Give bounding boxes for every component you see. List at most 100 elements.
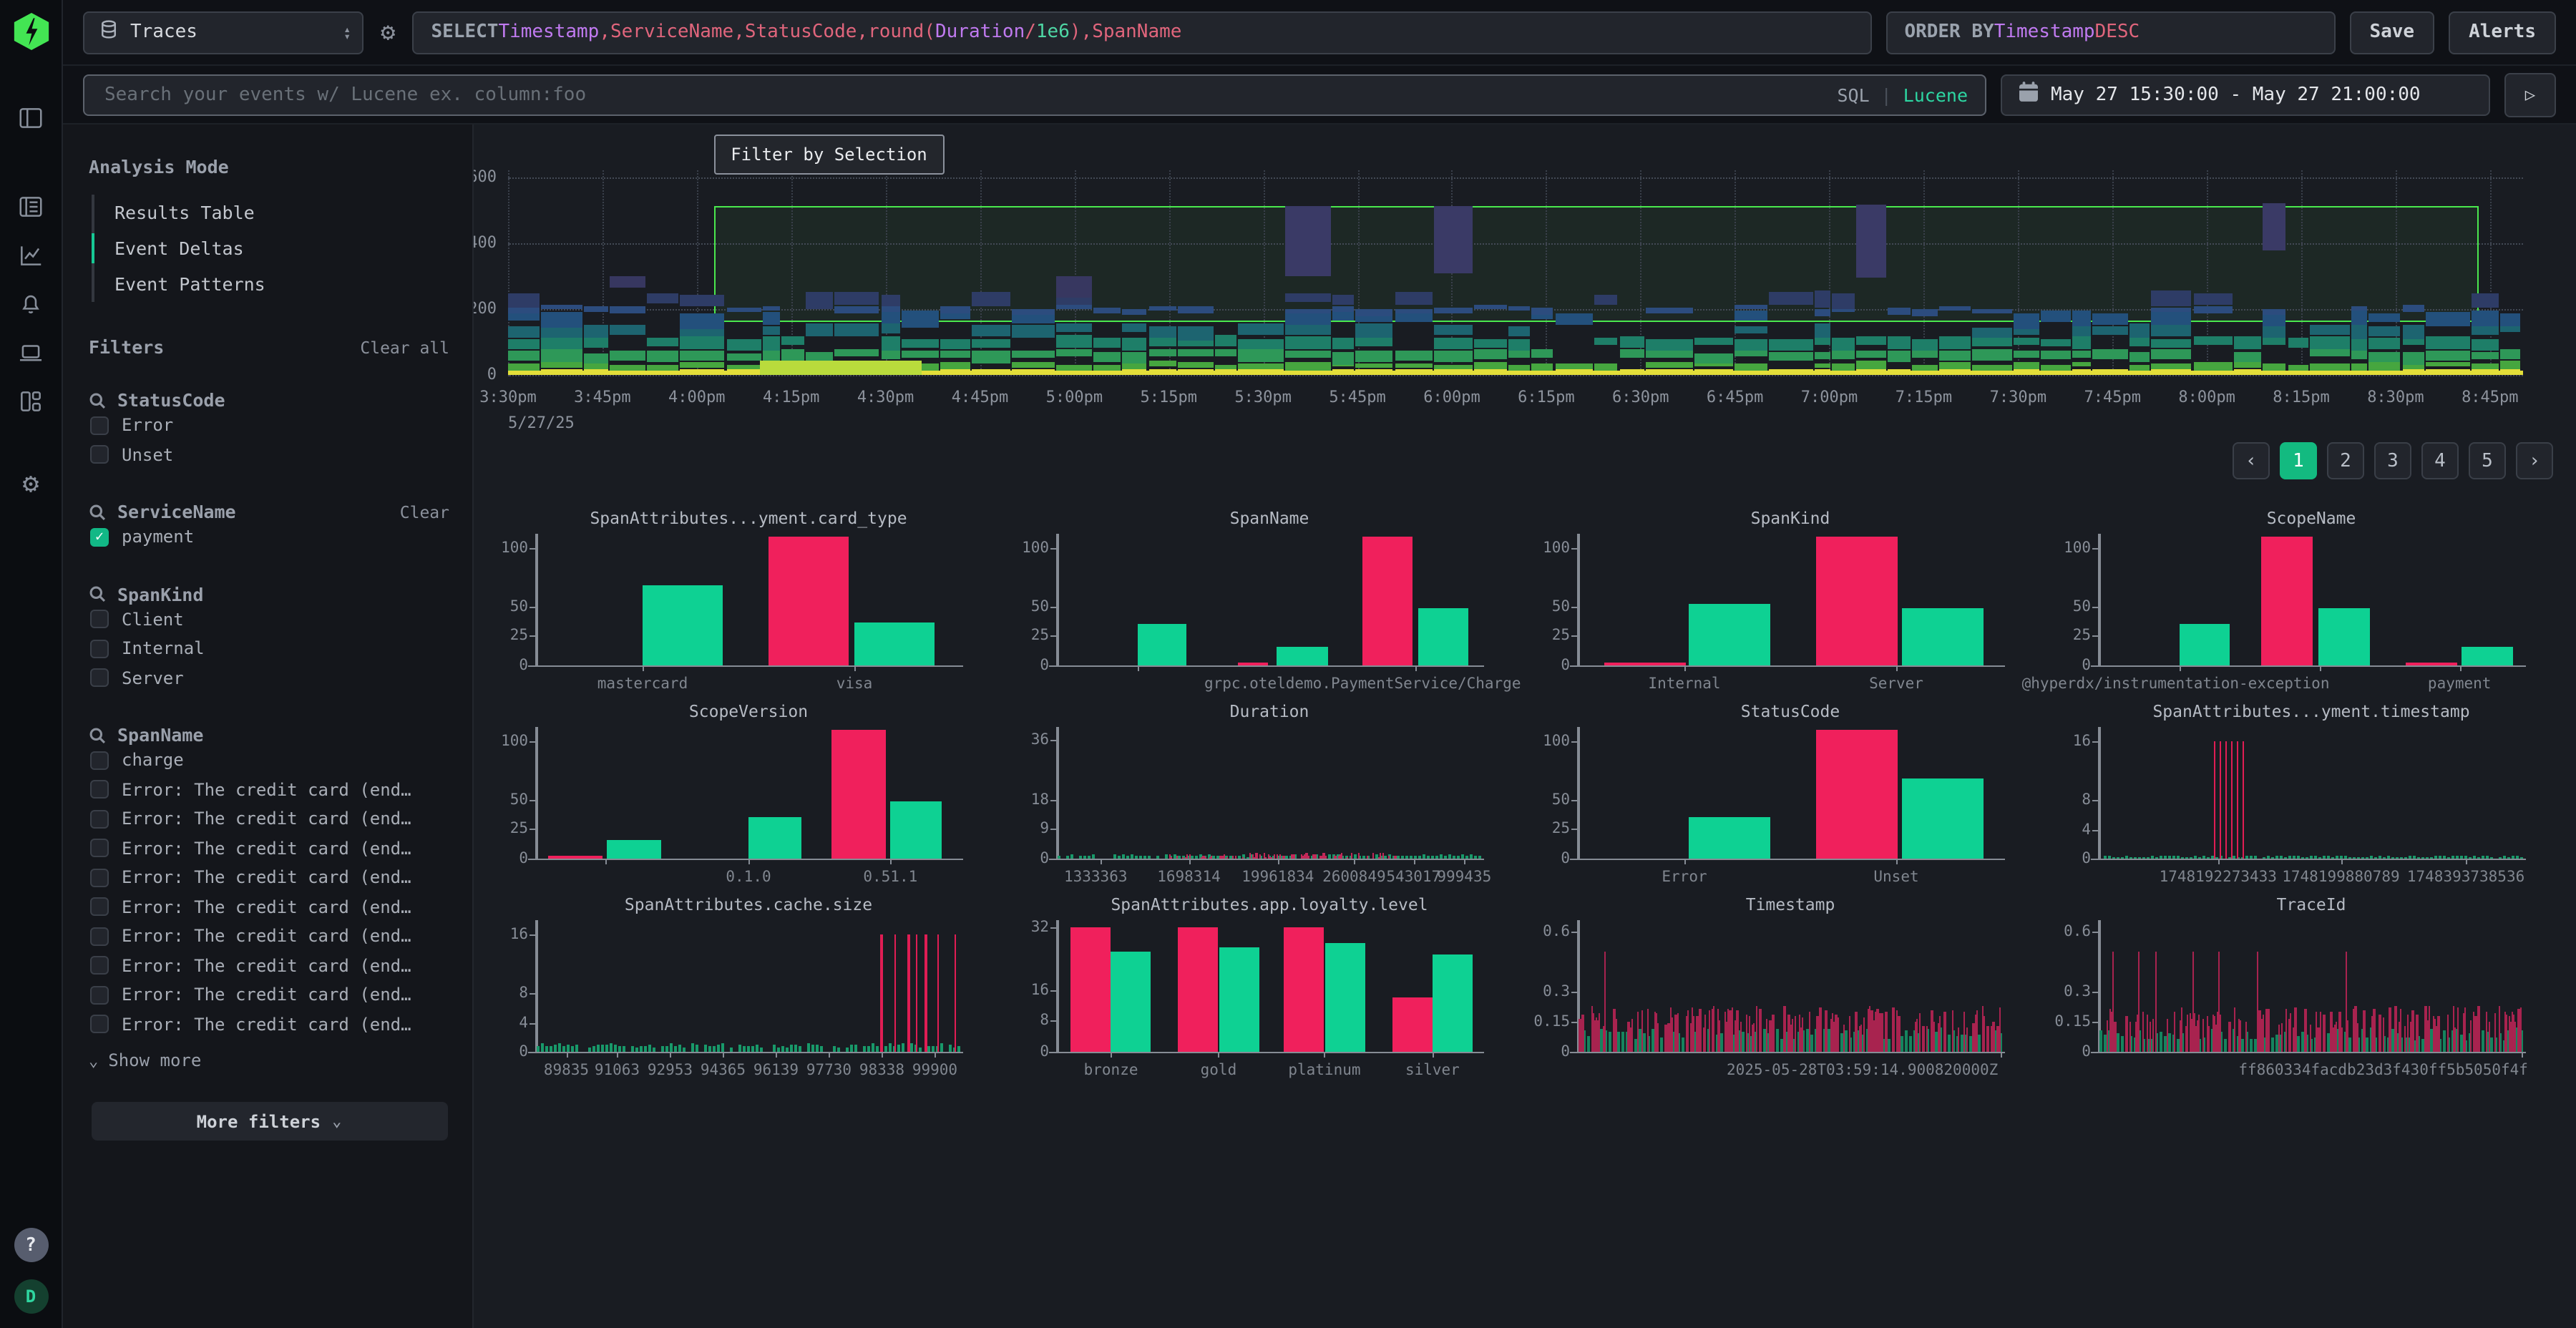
alerts-button[interactable]: Alerts bbox=[2449, 11, 2556, 54]
checkbox[interactable] bbox=[90, 898, 109, 917]
mini-chart[interactable]: Timestamp00.150.30.62025-05-28T03:59:14.… bbox=[1521, 894, 2042, 1078]
filter-option[interactable]: Error bbox=[90, 411, 449, 440]
pagination-next-button[interactable]: › bbox=[2516, 442, 2553, 479]
settings-gear-icon[interactable]: ⚙ bbox=[16, 469, 45, 498]
checkbox[interactable] bbox=[90, 869, 109, 887]
pagination-page-button[interactable]: 1 bbox=[2280, 442, 2317, 479]
run-query-button[interactable]: ▷ bbox=[2504, 72, 2556, 117]
filter-option[interactable]: Error: The credit card (end… bbox=[90, 1010, 449, 1039]
alerts-bell-icon[interactable] bbox=[16, 289, 45, 318]
pagination-page-button[interactable]: 4 bbox=[2421, 442, 2459, 479]
checkbox[interactable] bbox=[90, 669, 109, 688]
filter-option[interactable]: Error: The credit card (end… bbox=[90, 892, 449, 922]
app-logo[interactable] bbox=[12, 13, 49, 50]
daterange-picker[interactable]: May 27 15:30:00 - May 27 21:00:00 bbox=[2001, 74, 2490, 115]
heatmap-cell bbox=[972, 351, 1010, 363]
mini-chart-noise bbox=[644, 1046, 647, 1052]
filter-option[interactable]: Error: The credit card (end… bbox=[90, 775, 449, 804]
mini-chart[interactable]: SpanAttributes.app.loyalty.level081632br… bbox=[1000, 894, 1521, 1078]
clear-all-filters-link[interactable]: Clear all bbox=[360, 337, 449, 357]
mode-lucene-toggle[interactable]: Lucene bbox=[1903, 84, 1968, 105]
sessions-laptop-icon[interactable] bbox=[16, 338, 45, 366]
checkbox[interactable]: ✓ bbox=[90, 528, 109, 547]
checkbox[interactable] bbox=[90, 839, 109, 858]
mini-chart-noise bbox=[1143, 856, 1146, 859]
checkbox[interactable] bbox=[90, 927, 109, 946]
mini-chart-noise bbox=[1860, 1024, 1863, 1052]
mini-chart-bar bbox=[1277, 647, 1328, 665]
more-filters-button[interactable]: More filters ⌄ bbox=[91, 1102, 447, 1141]
pagination-page-button[interactable]: 3 bbox=[2374, 442, 2411, 479]
mini-chart-noise bbox=[2469, 856, 2472, 859]
checkbox[interactable] bbox=[90, 751, 109, 770]
analysis-mode-item[interactable]: Results Table bbox=[94, 195, 449, 230]
source-select[interactable]: Traces ▴▾ bbox=[83, 11, 364, 54]
checkbox[interactable] bbox=[90, 1015, 109, 1034]
filter-option[interactable]: Error: The credit card (end… bbox=[90, 863, 449, 892]
mini-chart[interactable]: StatusCode02550100ErrorUnset bbox=[1521, 701, 2042, 884]
mini-chart[interactable]: SpanKind02550100InternalServer bbox=[1521, 508, 2042, 691]
filter-clear-link[interactable]: Clear bbox=[400, 502, 449, 522]
search-icon[interactable] bbox=[89, 503, 106, 520]
search-input[interactable] bbox=[102, 82, 1823, 107]
checkbox[interactable] bbox=[90, 446, 109, 464]
mini-chart-spike bbox=[2220, 741, 2222, 859]
user-avatar[interactable]: D bbox=[14, 1279, 48, 1314]
checkbox[interactable] bbox=[90, 810, 109, 829]
dashboards-icon[interactable] bbox=[16, 386, 45, 415]
sql-select-editor[interactable]: SELECT Timestamp,ServiceName,StatusCode,… bbox=[413, 11, 1872, 54]
pagination-page-button[interactable]: 2 bbox=[2327, 442, 2364, 479]
source-settings-gear-icon[interactable]: ⚙ bbox=[378, 18, 399, 47]
search-icon[interactable] bbox=[89, 391, 106, 409]
filter-option[interactable]: ✓payment bbox=[90, 522, 449, 552]
filter-option[interactable]: Error: The credit card (end… bbox=[90, 951, 449, 980]
mini-chart[interactable]: SpanAttributes...yment.timestamp04816174… bbox=[2042, 701, 2563, 884]
mini-chart[interactable]: SpanName02550100grpc.oteldemo.PaymentSer… bbox=[1000, 508, 1521, 691]
mini-chart-noise bbox=[2374, 857, 2377, 859]
filter-option[interactable]: Internal bbox=[90, 634, 449, 663]
mini-chart-noise bbox=[2353, 856, 2356, 859]
pagination-page-button[interactable]: 5 bbox=[2469, 442, 2506, 479]
help-button[interactable]: ? bbox=[14, 1228, 48, 1262]
filter-option[interactable]: Error: The credit card (end… bbox=[90, 922, 449, 951]
checkbox[interactable] bbox=[90, 610, 109, 629]
mini-chart[interactable]: ScopeVersion025501000.1.00.51.1 bbox=[479, 701, 1000, 884]
filter-option[interactable]: charge bbox=[90, 746, 449, 775]
filter-option[interactable]: Unset bbox=[90, 440, 449, 469]
mini-chart[interactable]: Duration09183613333631698314199618342600… bbox=[1000, 701, 1521, 884]
mini-chart-xtick-label: 0.1.0 bbox=[726, 869, 771, 886]
pagination-prev-button[interactable]: ‹ bbox=[2233, 442, 2270, 479]
mini-chart[interactable]: SpanAttributes.cache.size048168983591063… bbox=[479, 894, 1000, 1078]
save-button[interactable]: Save bbox=[2349, 11, 2434, 54]
sql-orderby-editor[interactable]: ORDER BY Timestamp DESC bbox=[1885, 11, 2335, 54]
mini-chart-xtick-label: 97730 bbox=[806, 1062, 852, 1079]
analysis-mode-item[interactable]: Event Patterns bbox=[94, 266, 449, 302]
mode-sql-toggle[interactable]: SQL bbox=[1837, 84, 1869, 105]
checkbox[interactable] bbox=[90, 957, 109, 975]
chart-explorer-icon[interactable] bbox=[16, 240, 45, 269]
checkbox[interactable] bbox=[90, 416, 109, 435]
checkbox[interactable] bbox=[90, 986, 109, 1005]
mini-chart[interactable]: SpanAttributes...yment.card_type02550100… bbox=[479, 508, 1000, 691]
mini-chart[interactable]: TraceId00.150.30.6ff860334facdb23d3f430f… bbox=[2042, 894, 2563, 1078]
mini-chart-title: ScopeName bbox=[2099, 508, 2523, 528]
filter-option[interactable]: Client bbox=[90, 605, 449, 634]
checkbox[interactable] bbox=[90, 781, 109, 799]
filter-option[interactable]: Server bbox=[90, 663, 449, 693]
filter-option-label: Unset bbox=[122, 445, 173, 465]
chevron-down-icon: ⌄ bbox=[89, 1051, 98, 1070]
search-logs-icon[interactable] bbox=[16, 192, 45, 220]
heatmap-plot[interactable]: Filter by Selection 02004006003:30pm3:45… bbox=[508, 170, 2523, 375]
show-more-toggle[interactable]: ⌄ Show more bbox=[89, 1050, 449, 1070]
checkbox[interactable] bbox=[90, 640, 109, 658]
mini-chart[interactable]: ScopeName02550100@hyperdx/instrumentatio… bbox=[2042, 508, 2563, 691]
mini-chart-noise bbox=[2426, 857, 2429, 859]
filter-option[interactable]: Error: The credit card (end… bbox=[90, 980, 449, 1010]
sidebar-toggle-icon[interactable] bbox=[16, 103, 45, 132]
filter-option[interactable]: Error: The credit card (end… bbox=[90, 804, 449, 834]
analysis-mode-item[interactable]: Event Deltas bbox=[94, 230, 449, 266]
filter-option[interactable]: Error: The credit card (end… bbox=[90, 834, 449, 863]
search-icon[interactable] bbox=[89, 585, 106, 602]
search-icon[interactable] bbox=[89, 726, 106, 743]
filter-by-selection-button[interactable]: Filter by Selection bbox=[713, 135, 945, 175]
